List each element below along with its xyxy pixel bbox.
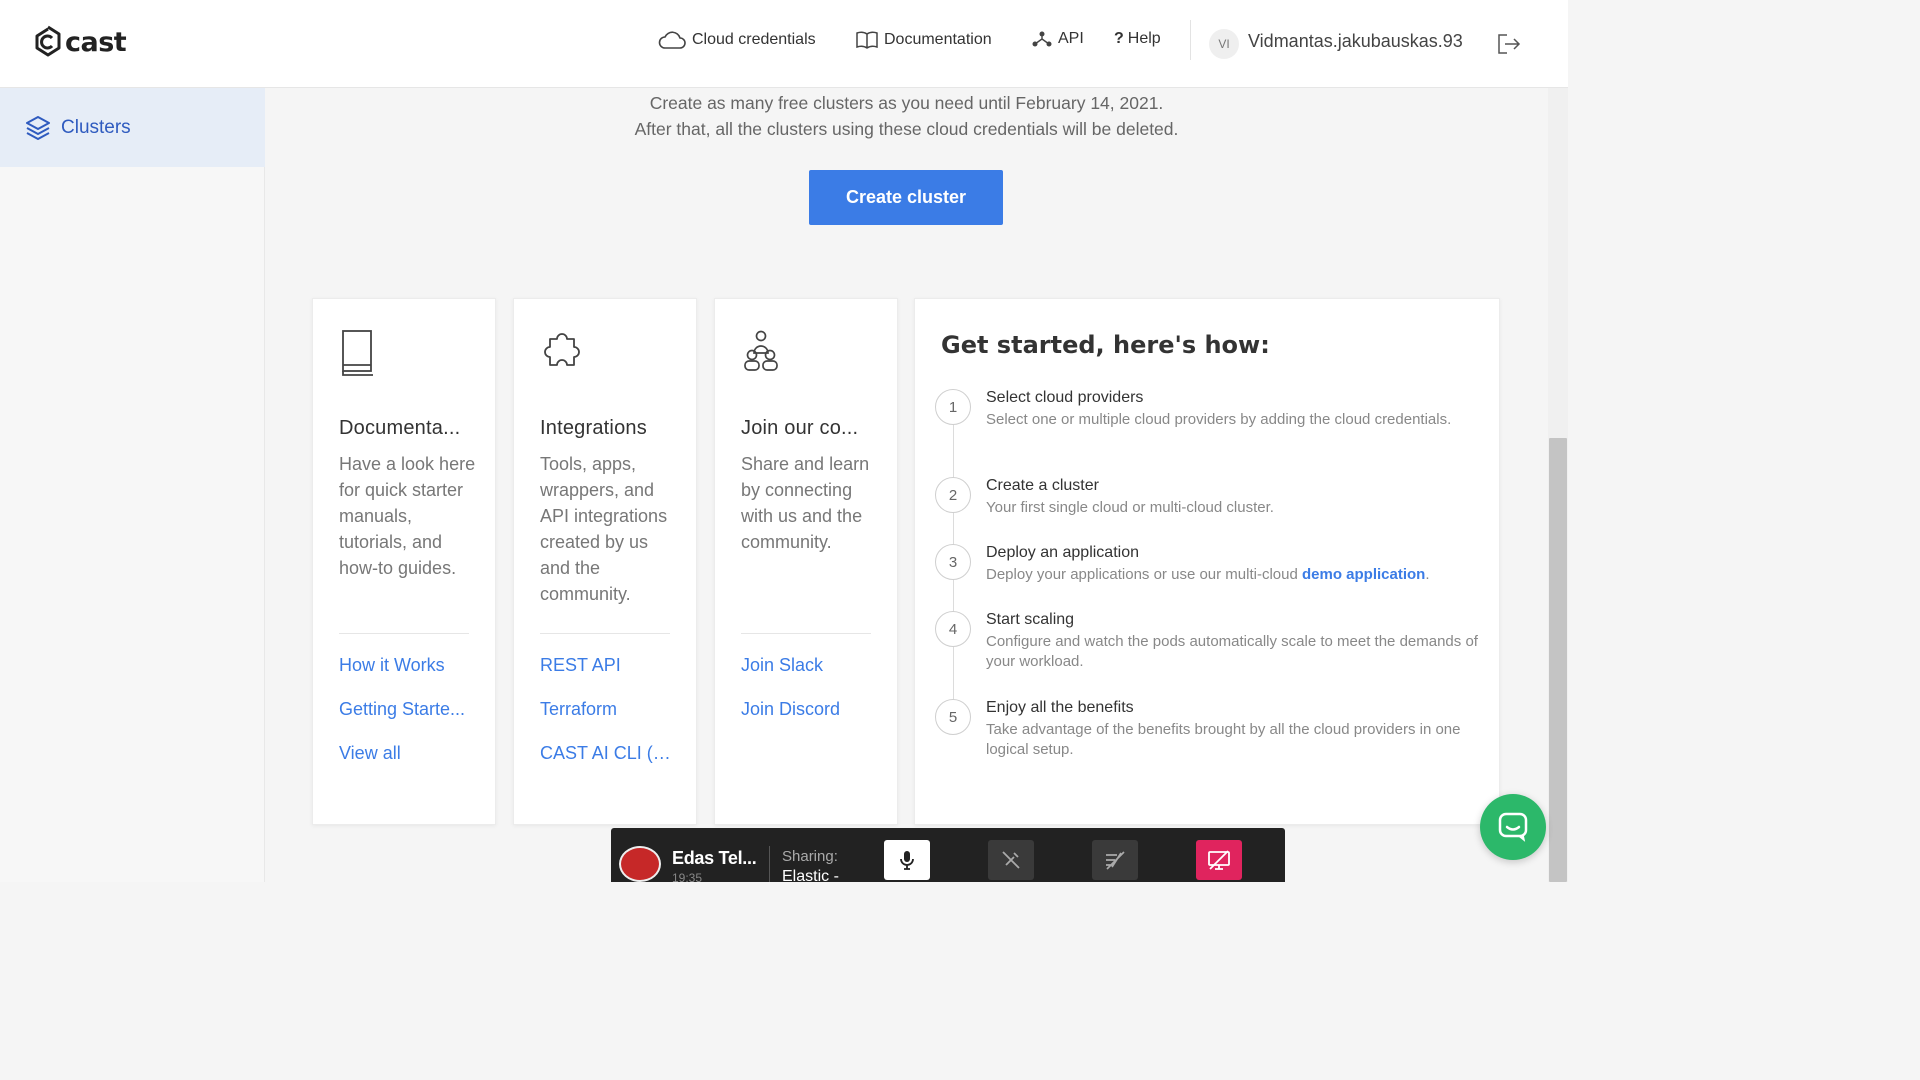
link-view-all[interactable]: View all (339, 741, 474, 785)
microphone-icon (900, 851, 914, 870)
community-icon (744, 330, 778, 371)
scrollbar-thumb[interactable] (1549, 438, 1567, 882)
notice-line-2: After that, all the clusters using these… (634, 119, 1179, 139)
nav-divider (1190, 20, 1191, 60)
community-card: Join our co... Share and learn by connec… (714, 298, 898, 825)
card-links: REST API Terraform CAST AI CLI (E... (540, 653, 675, 785)
card-divider (339, 633, 469, 634)
step-number: 5 (935, 699, 971, 735)
sharer-name: Edas Tel... (672, 848, 757, 868)
question-mark-icon: ? (1114, 30, 1124, 47)
link-join-slack[interactable]: Join Slack (741, 653, 876, 697)
link-rest-api[interactable]: REST API (540, 653, 675, 697)
link-getting-started[interactable]: Getting Starte... (339, 697, 474, 741)
logout-button[interactable] (1496, 32, 1522, 61)
step-number: 4 (935, 611, 971, 647)
pen-off-icon (1002, 851, 1020, 869)
logout-icon (1498, 34, 1521, 54)
sharing-target: Elastic - (782, 868, 839, 885)
stop-sharing-button[interactable] (1196, 840, 1242, 880)
api-nodes-icon (1032, 31, 1052, 47)
card-links: How it Works Getting Starte... View all (339, 653, 474, 785)
step-title: Create a cluster (986, 477, 1099, 494)
mic-button[interactable] (884, 840, 930, 880)
sharing-label: Sharing: (782, 848, 838, 865)
screen-share-bar: Edas Tel... 19:35 Sharing: Elastic - (611, 828, 1285, 885)
step-title: Deploy an application (986, 544, 1139, 561)
step-number: 3 (935, 544, 971, 580)
avatar[interactable]: VI (1209, 29, 1239, 59)
remote-control-off-button[interactable] (1092, 840, 1138, 880)
get-started-title: Get started, here's how: (941, 331, 1270, 359)
card-title: Documenta... (339, 417, 461, 439)
demo-application-link[interactable]: demo application (1302, 566, 1425, 583)
nav-help[interactable]: ? Help (1114, 30, 1161, 48)
card-divider (540, 633, 670, 634)
puzzle-icon (544, 333, 580, 366)
sharer-avatar (619, 846, 661, 882)
card-links: Join Slack Join Discord (741, 653, 876, 741)
sidebar-item-label: Clusters (61, 116, 131, 138)
nav-documentation-label: Documentation (884, 31, 992, 48)
logo-text: cast (65, 26, 127, 58)
nav-api[interactable]: API (1032, 30, 1084, 48)
notice-line-1: Create as many free clusters as you need… (649, 93, 1164, 113)
draw-off-icon (1106, 851, 1125, 870)
top-bar: cast Cloud credentials Documentation API… (0, 0, 1568, 88)
book-open-icon (856, 31, 878, 49)
step-number: 1 (935, 389, 971, 425)
chat-bubble-icon (1498, 812, 1528, 842)
cloud-icon (658, 31, 686, 49)
nav-help-label: Help (1127, 30, 1161, 47)
step-description: Your first single cloud or multi-cloud c… (986, 499, 1274, 516)
step-description: Deploy your applications or use our mult… (986, 565, 1481, 585)
card-description: Share and learn by connecting with us an… (741, 454, 870, 552)
link-how-it-works[interactable]: How it Works (339, 653, 474, 697)
link-join-discord[interactable]: Join Discord (741, 697, 876, 741)
step-title: Select cloud providers (986, 389, 1144, 406)
username[interactable]: Vidmantas.jakubauskas.93 (1248, 31, 1463, 52)
integrations-card: Integrations Tools, apps, wrappers, and … (513, 298, 697, 825)
sidebar: Clusters (0, 88, 265, 882)
card-title: Join our co... (741, 417, 859, 439)
step-description: Configure and watch the pods automatical… (986, 633, 1478, 670)
share-time: 19:35 (672, 871, 703, 885)
step-description-text: Deploy your applications or use our mult… (986, 566, 1302, 583)
nav-cloud-credentials[interactable]: Cloud credentials (658, 30, 816, 50)
logo[interactable]: cast (33, 24, 127, 60)
step-description: Take advantage of the benefits brought b… (986, 721, 1461, 758)
card-description: Have a look here for quick starter manua… (339, 454, 476, 578)
documentation-card: Documenta... Have a look here for quick … (312, 298, 496, 825)
screen-share-off-icon (1208, 850, 1230, 870)
nav-api-label: API (1058, 30, 1084, 47)
link-terraform[interactable]: Terraform (540, 697, 675, 741)
step-number: 2 (935, 477, 971, 513)
annotate-off-button[interactable] (988, 840, 1034, 880)
cast-logo-icon (35, 25, 61, 57)
sidebar-item-clusters[interactable]: Clusters (0, 88, 265, 167)
chat-launcher-button[interactable] (1480, 794, 1546, 860)
card-divider (741, 633, 871, 634)
nav-cloud-credentials-label: Cloud credentials (692, 31, 816, 48)
step-description-end: . (1425, 566, 1430, 583)
book-icon (342, 330, 373, 376)
layers-icon (26, 115, 50, 140)
step-title: Start scaling (986, 611, 1075, 628)
nav-documentation[interactable]: Documentation (856, 30, 992, 50)
share-bar-divider (769, 846, 770, 882)
card-title: Integrations (540, 417, 647, 439)
step-description: Select one or multiple cloud providers b… (986, 411, 1452, 428)
step-title: Enjoy all the benefits (986, 699, 1134, 716)
get-started-card: Get started, here's how: 1 Select cloud … (914, 298, 1500, 825)
card-description: Tools, apps, wrappers, and API integrati… (540, 454, 668, 604)
create-cluster-button[interactable]: Create cluster (809, 170, 1003, 225)
link-cast-ai-cli[interactable]: CAST AI CLI (E... (540, 741, 675, 785)
